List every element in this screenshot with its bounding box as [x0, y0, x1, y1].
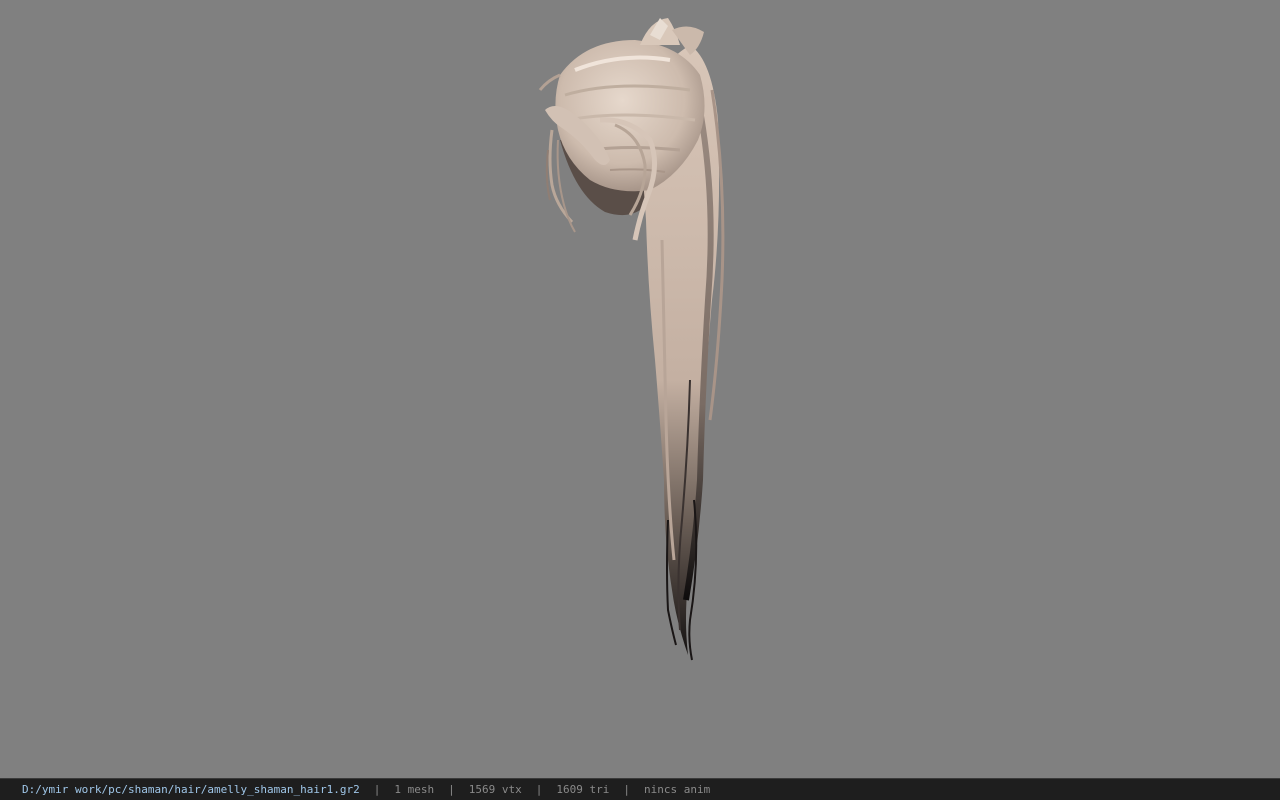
file-path-label: D:/ymir work/pc/shaman/hair/amelly_shama…	[22, 783, 360, 796]
status-bar: D:/ymir work/pc/shaman/hair/amelly_shama…	[0, 778, 1280, 800]
status-separator: |	[535, 783, 543, 796]
vertex-count-label: 1569 vtx	[468, 783, 522, 796]
mesh-count-label: 1 mesh	[394, 783, 435, 796]
3d-viewport[interactable]	[0, 0, 1280, 778]
status-separator: |	[623, 783, 630, 796]
anim-status-label: nincs anim	[643, 783, 711, 796]
hair-model-render	[538, 18, 725, 661]
status-separator: |	[373, 783, 381, 796]
triangle-count-label: 1609 tri	[556, 783, 610, 796]
status-separator: |	[448, 783, 455, 796]
